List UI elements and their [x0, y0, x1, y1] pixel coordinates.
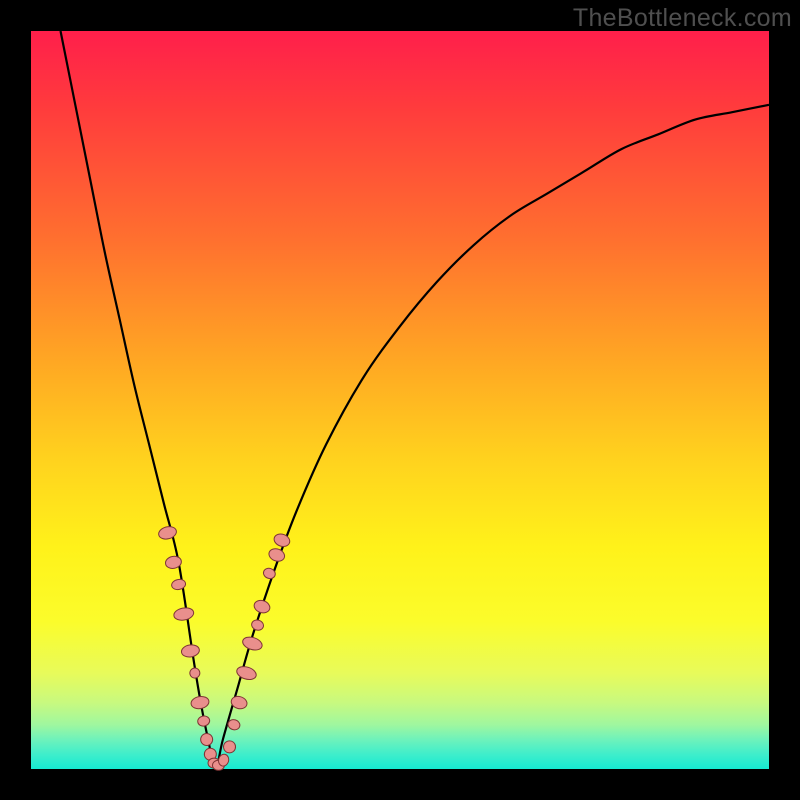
marker-point: [222, 739, 237, 754]
marker-point: [241, 635, 264, 652]
marker-point: [173, 606, 195, 622]
watermark-text: TheBottleneck.com: [573, 4, 792, 33]
marker-point: [199, 732, 213, 746]
marker-point: [190, 695, 210, 710]
chart-frame: TheBottleneck.com: [0, 0, 800, 800]
marker-point: [157, 525, 177, 541]
marker-point: [272, 532, 291, 549]
bottleneck-curve: [61, 31, 769, 769]
marker-point: [253, 599, 272, 615]
marker-point: [250, 619, 264, 632]
marker-point: [235, 664, 258, 681]
chart-svg: [31, 31, 769, 769]
marker-point: [189, 667, 200, 678]
marker-point: [197, 715, 211, 727]
marker-point: [267, 547, 286, 564]
marker-point: [181, 644, 201, 659]
